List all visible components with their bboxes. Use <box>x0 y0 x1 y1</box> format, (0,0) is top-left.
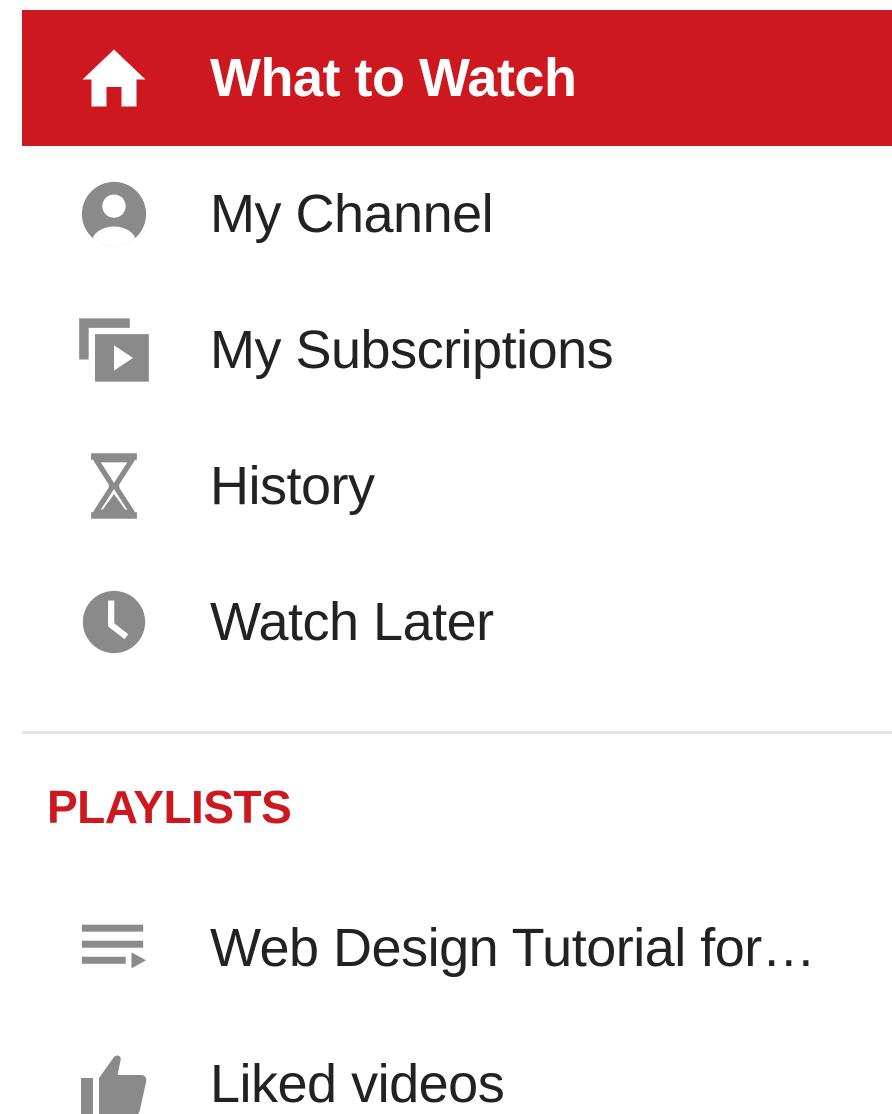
playlist-item-label: Web Design Tutorial for… <box>210 918 816 978</box>
nav-item-label: My Subscriptions <box>210 320 614 380</box>
nav-item-my-channel[interactable]: My Channel <box>22 146 892 282</box>
nav-item-label: History <box>210 456 375 516</box>
playlist-item-liked-videos[interactable]: Liked videos <box>22 1016 892 1114</box>
nav-item-what-to-watch[interactable]: What to Watch <box>22 10 892 146</box>
nav-item-label: My Channel <box>210 184 494 244</box>
guide-sidebar: What to Watch My Channel My Subscription… <box>0 0 892 1114</box>
nav-item-my-subscriptions[interactable]: My Subscriptions <box>22 282 892 418</box>
thumbs-up-icon <box>76 1046 152 1114</box>
playlist-icon <box>76 910 152 986</box>
clock-icon <box>76 584 152 660</box>
playlist-item-label: Liked videos <box>210 1054 505 1114</box>
nav-item-label: What to Watch <box>210 48 577 108</box>
section-divider <box>22 731 892 734</box>
nav-item-history[interactable]: History <box>22 418 892 554</box>
nav-item-watch-later[interactable]: Watch Later <box>22 554 892 690</box>
home-icon <box>76 40 152 116</box>
account-icon <box>76 176 152 252</box>
playlist-item-web-design[interactable]: Web Design Tutorial for… <box>22 880 892 1016</box>
subscriptions-icon <box>76 312 152 388</box>
hourglass-icon <box>76 448 152 524</box>
nav-item-label: Watch Later <box>210 592 494 652</box>
playlists-heading[interactable]: PLAYLISTS <box>47 780 292 834</box>
